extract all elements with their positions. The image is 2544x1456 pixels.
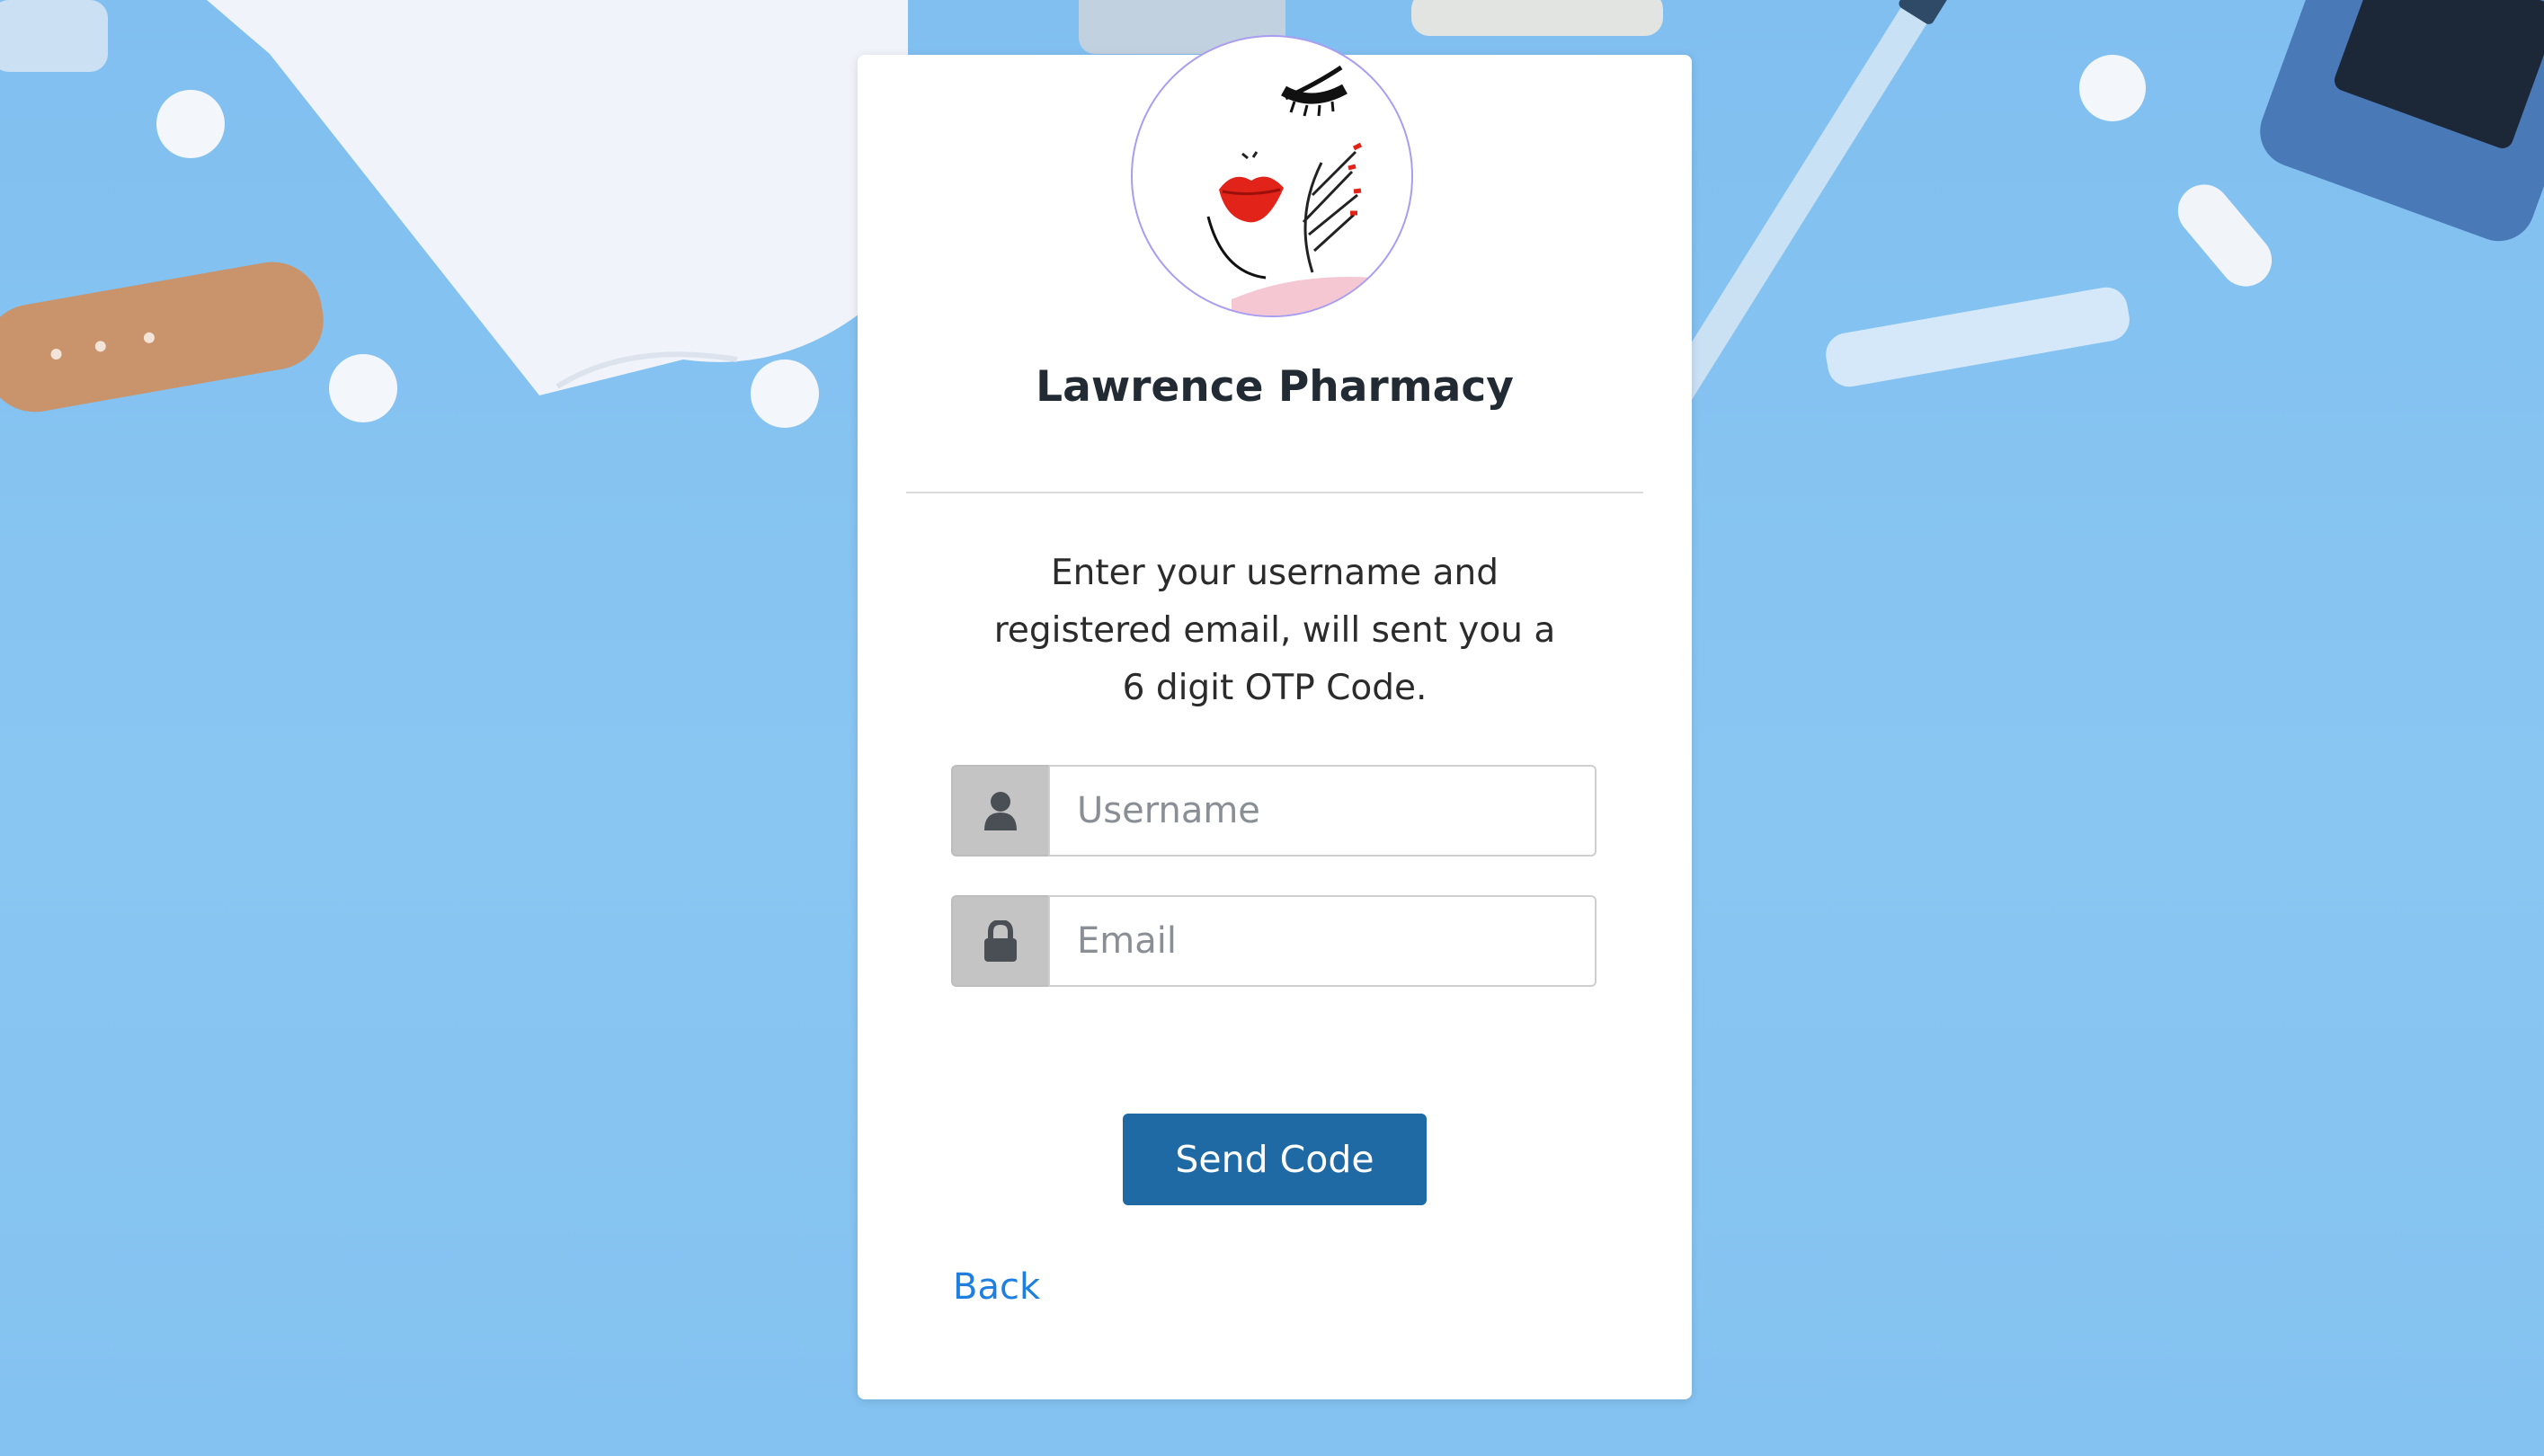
- username-input[interactable]: [1048, 765, 1597, 857]
- back-link[interactable]: Back: [953, 1266, 1040, 1308]
- send-code-button[interactable]: Send Code: [1123, 1114, 1427, 1205]
- divider: [906, 492, 1643, 493]
- pharmacy-logo: [1131, 35, 1413, 317]
- user-icon: [951, 765, 1048, 857]
- instructions-line: 6 digit OTP Code.: [1122, 668, 1428, 708]
- email-input[interactable]: [1048, 895, 1597, 987]
- pharmacy-name: Lawrence Pharmacy: [1036, 362, 1514, 412]
- otp-instructions: Enter your username and registered email…: [987, 545, 1562, 717]
- lock-icon: [951, 895, 1048, 987]
- instructions-line: registered email, will sent you a: [993, 610, 1556, 651]
- username-group: [951, 765, 1597, 857]
- reset-card: Lawrence Pharmacy Enter your username an…: [858, 35, 1692, 1399]
- instructions-line: Enter your username and: [1051, 553, 1499, 593]
- email-group: [951, 895, 1597, 987]
